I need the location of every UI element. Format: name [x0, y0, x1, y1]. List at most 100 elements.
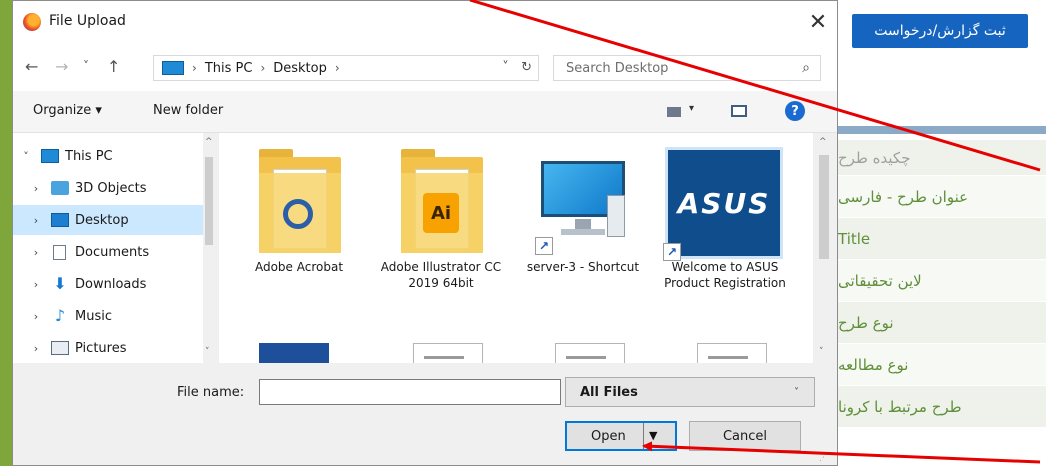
search-input[interactable]: Search Desktop — [566, 61, 668, 76]
file-type-value: All Files — [580, 385, 638, 400]
chevron-right-icon[interactable]: › — [29, 214, 43, 227]
search-box[interactable]: Search Desktop ⌕ — [553, 55, 821, 81]
preview-pane-icon[interactable] — [731, 105, 747, 117]
tree-item-this-pc[interactable]: ˅ This PC — [13, 141, 203, 171]
tree-item-3d-objects[interactable]: › 3D Objects — [13, 173, 203, 203]
scroll-down-icon[interactable]: ˅ — [819, 347, 824, 357]
up-arrow-icon[interactable]: ↑ — [107, 57, 120, 76]
tree-item-music[interactable]: › ♪ Music — [13, 301, 203, 331]
pictures-icon — [51, 341, 69, 355]
form-field-list: چکیده طرح عنوان طرح - فارسی Title لاین ت… — [838, 140, 1046, 428]
refresh-icon[interactable]: ↻ — [521, 60, 532, 75]
form-row-summary[interactable]: چکیده طرح — [838, 140, 1046, 176]
chevron-right-icon[interactable]: › — [29, 246, 43, 259]
form-row-research-line[interactable]: لاین تحقیقاتی — [838, 260, 1046, 302]
dialog-titlebar: File Upload ✕ — [13, 1, 837, 43]
tree-item-documents[interactable]: › Documents — [13, 237, 203, 267]
music-icon: ♪ — [54, 306, 66, 325]
tree-item-label: Desktop — [75, 212, 129, 228]
firefox-icon — [23, 13, 41, 31]
breadcrumb-this-pc[interactable]: This PC — [205, 61, 253, 76]
breadcrumb-desktop[interactable]: Desktop — [273, 61, 327, 76]
tree-item-pictures[interactable]: › Pictures — [13, 333, 203, 363]
page-sidebar-strip — [0, 0, 12, 466]
file-type-select[interactable]: All Files ˅ — [565, 377, 815, 407]
chevron-right-icon[interactable]: › — [29, 310, 43, 323]
shortcut-arrow-icon: ↗ — [663, 243, 681, 261]
recent-locations-icon[interactable]: ˅ — [83, 59, 89, 73]
tree-item-desktop[interactable]: › Desktop — [13, 205, 203, 235]
new-folder-button[interactable]: New folder — [153, 103, 223, 118]
form-row-covid-related[interactable]: طرح مرتبط با کرونا — [838, 386, 1046, 428]
file-name-input[interactable]: ˅ — [259, 379, 781, 405]
tree-item-label: 3D Objects — [75, 180, 147, 196]
folder-thumbnail — [251, 143, 347, 255]
file-list-scroll-thumb[interactable] — [819, 155, 829, 259]
resize-grip-icon[interactable]: ⋰ — [819, 453, 828, 463]
document-file-thumbnail[interactable] — [555, 343, 625, 363]
scroll-up-icon[interactable]: ^ — [819, 137, 827, 147]
forward-arrow-icon[interactable]: → — [55, 57, 68, 76]
tree-item-label: Music — [75, 308, 112, 324]
file-label: Adobe Illustrator CC 2019 64bit — [380, 260, 502, 290]
address-dropdown-icon[interactable]: ˅ — [502, 60, 509, 75]
back-arrow-icon[interactable]: ← — [25, 57, 38, 76]
cancel-button[interactable]: Cancel — [689, 421, 801, 451]
open-dropdown-icon[interactable]: ▼ — [649, 429, 657, 442]
word-file-thumbnail[interactable] — [259, 343, 329, 363]
view-options-icon[interactable] — [667, 107, 681, 117]
doc-line — [566, 356, 606, 359]
tree-item-label: Downloads — [75, 276, 147, 292]
computer-thumbnail: ↗ — [535, 143, 631, 255]
chevron-down-icon[interactable]: ˅ — [19, 150, 33, 163]
organize-menu[interactable]: Organize ▾ — [33, 103, 102, 118]
navigation-bar: ← → ˅ ↑ › This PC › Desktop › ˅ ↻ Search… — [13, 43, 837, 91]
view-menu-chevron-icon[interactable]: ▾ — [689, 103, 694, 114]
doc-line — [708, 356, 748, 359]
file-item-adobe-illustrator[interactable]: Ai Adobe Illustrator CC 2019 64bit — [373, 143, 509, 291]
folder-thumbnail: Ai — [393, 143, 489, 255]
illustrator-logo-icon: Ai — [423, 193, 459, 233]
tree-item-label: This PC — [65, 148, 113, 164]
acrobat-logo-icon — [283, 199, 313, 229]
monitor-base — [561, 229, 605, 235]
help-icon[interactable]: ? — [785, 101, 805, 121]
tree-item-downloads[interactable]: › ⬇ Downloads — [13, 269, 203, 299]
desktop-icon — [51, 213, 69, 227]
tree-scroll-down-icon[interactable]: ˅ — [205, 347, 210, 357]
chevron-right-icon[interactable]: › — [29, 342, 43, 355]
asus-logo-icon: ASUS — [665, 147, 783, 259]
open-button[interactable]: Open ▼ — [565, 421, 677, 451]
form-row-study-type[interactable]: نوع مطالعه — [838, 344, 1046, 386]
doc-line — [424, 356, 464, 359]
computer-icon — [41, 149, 59, 163]
address-bar[interactable]: › This PC › Desktop › ˅ ↻ — [153, 55, 539, 81]
file-upload-dialog: File Upload ✕ ← → ˅ ↑ › This PC › Deskto… — [12, 0, 838, 466]
chevron-right-icon[interactable]: › — [29, 278, 43, 291]
file-item-asus-registration[interactable]: ASUS ↗ Welcome to ASUS Product Registrat… — [657, 143, 793, 291]
file-label: Welcome to ASUS Product Registration — [664, 260, 786, 290]
breadcrumb-separator: › — [192, 61, 197, 75]
search-icon[interactable]: ⌕ — [802, 60, 810, 76]
document-file-thumbnail[interactable] — [413, 343, 483, 363]
monitor-stand — [575, 219, 591, 229]
tree-scroll-up-icon[interactable]: ^ — [205, 137, 213, 147]
chevron-down-icon: ˅ — [794, 387, 799, 398]
chevron-right-icon[interactable]: › — [29, 182, 43, 195]
document-file-thumbnail[interactable] — [697, 343, 767, 363]
documents-icon — [53, 244, 66, 260]
form-row-title-fa[interactable]: عنوان طرح - فارسی — [838, 176, 1046, 218]
file-item-server-shortcut[interactable]: ↗ server-3 - Shortcut — [515, 143, 651, 275]
breadcrumb-separator: › — [334, 61, 340, 75]
submit-report-button[interactable]: ثبت گزارش/درخواست — [852, 14, 1028, 48]
tree-scroll-thumb[interactable] — [205, 157, 213, 245]
3d-objects-icon — [51, 181, 69, 195]
file-item-adobe-acrobat[interactable]: Adobe Acrobat — [231, 143, 367, 275]
form-row-title[interactable]: Title — [838, 218, 1046, 260]
file-list: Adobe Acrobat Ai Adobe Illustrator CC 20… — [219, 133, 813, 363]
file-label: Adobe Acrobat — [254, 260, 344, 274]
form-row-project-type[interactable]: نوع طرح — [838, 302, 1046, 344]
close-button[interactable]: ✕ — [803, 7, 833, 37]
open-button-label: Open — [591, 429, 626, 444]
navigation-tree: ˅ This PC › 3D Objects › Desktop › Docum… — [13, 133, 213, 363]
